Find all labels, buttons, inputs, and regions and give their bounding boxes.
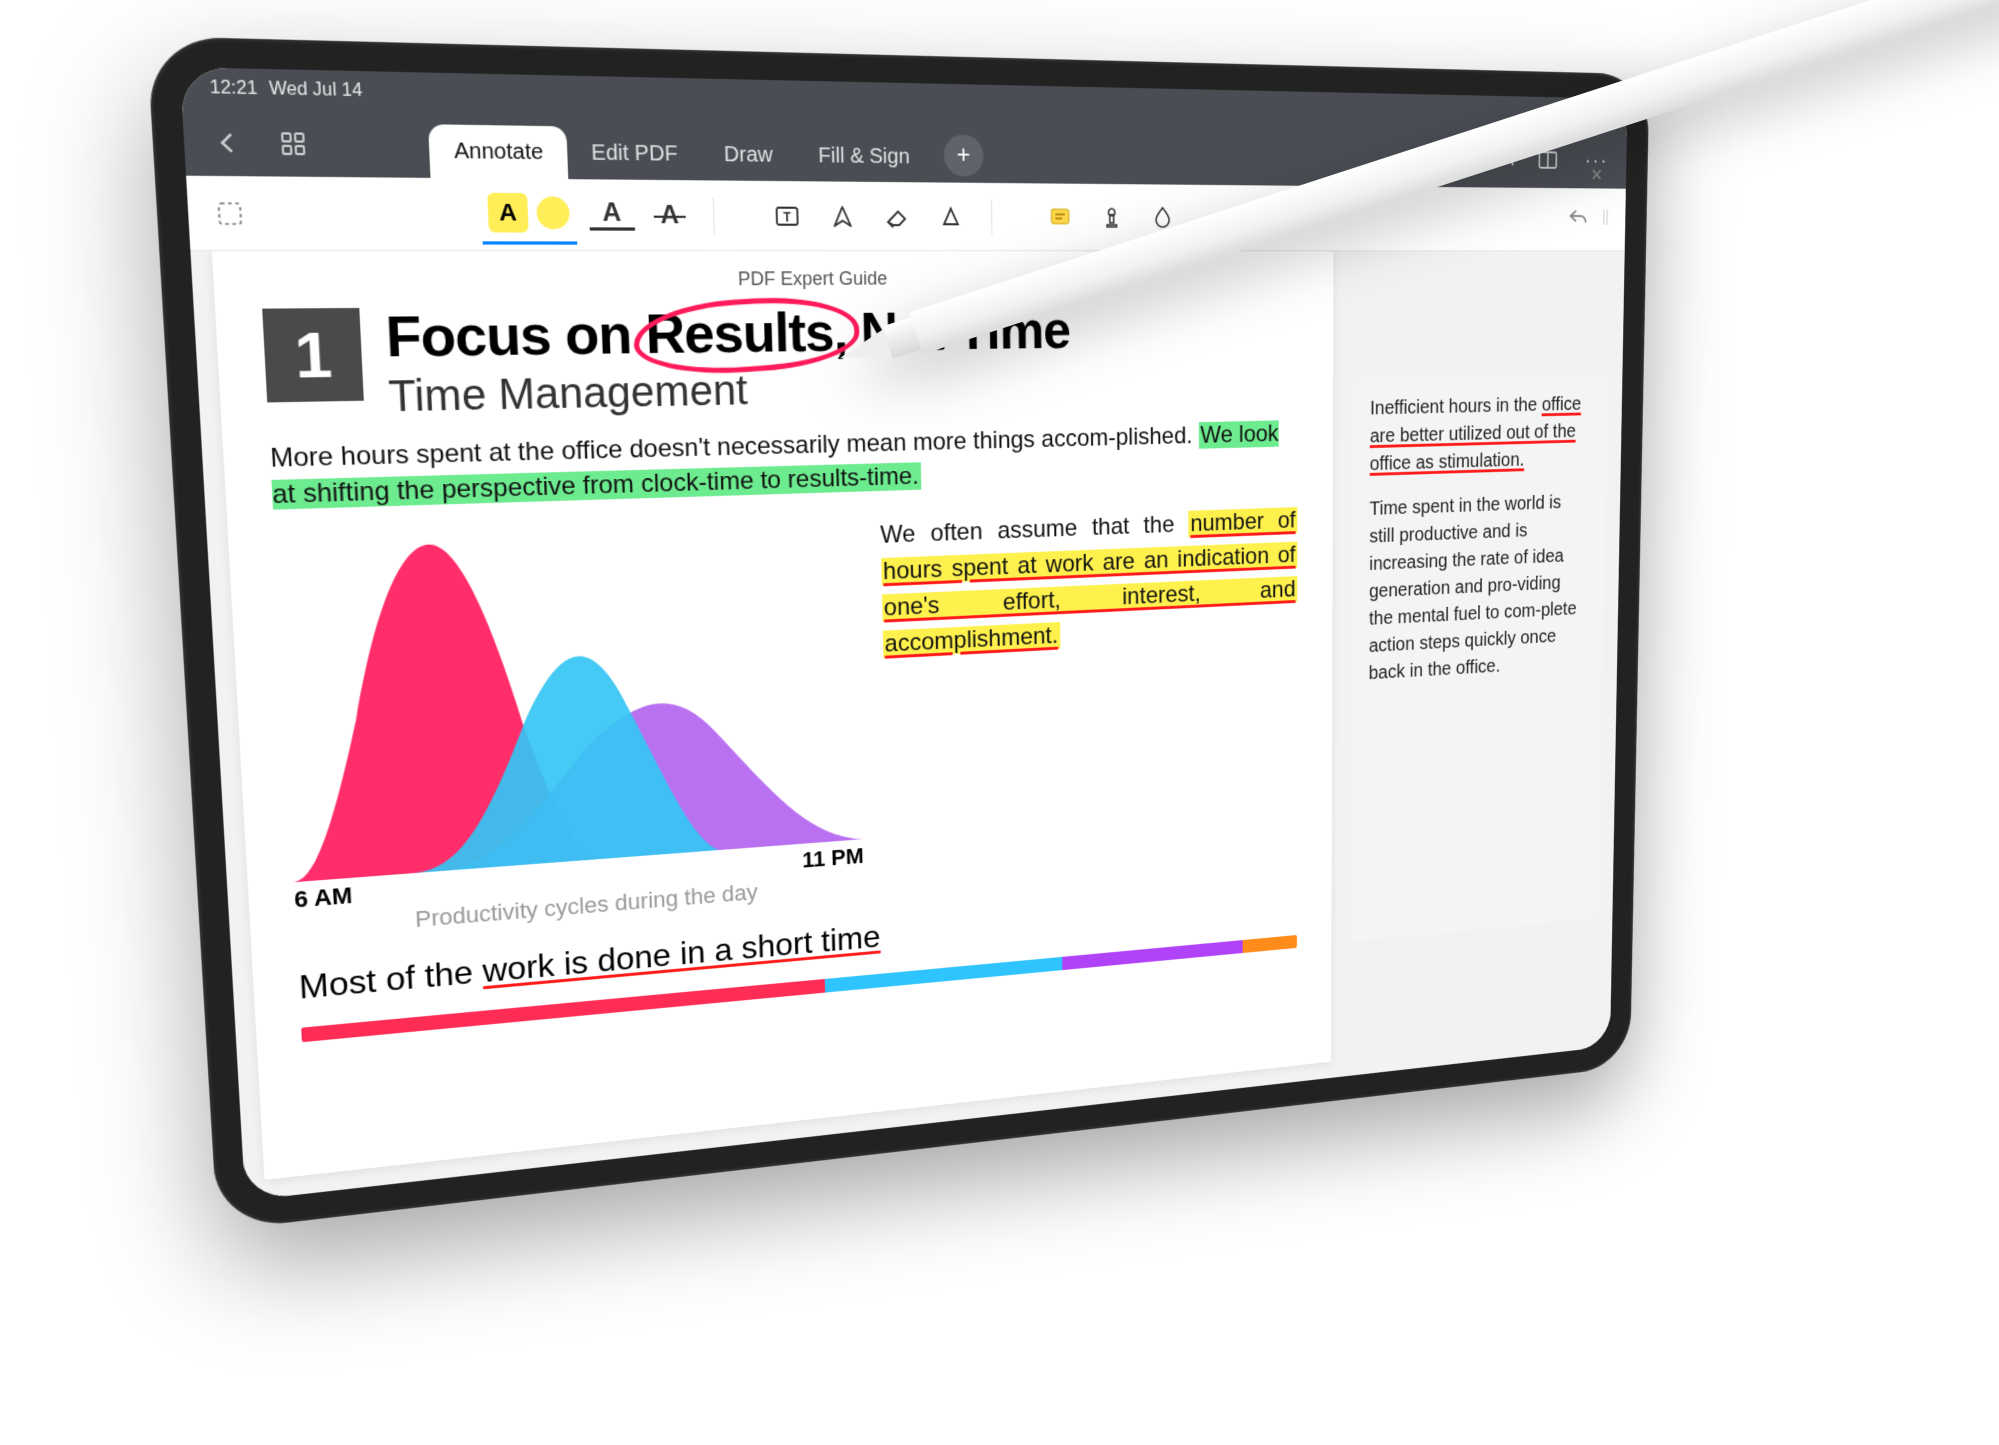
- chart-x-end: 11 PM: [801, 843, 863, 873]
- text-box-tool[interactable]: T: [764, 193, 809, 238]
- undo-button[interactable]: [1567, 207, 1589, 232]
- svg-text:T: T: [783, 210, 792, 224]
- heading-post: Not Time: [846, 301, 1070, 363]
- side-note: Inefficient hours in the office are bett…: [1350, 374, 1607, 942]
- chart-x-start: 6 AM: [293, 882, 352, 914]
- highlight-sample: A: [487, 193, 528, 233]
- grid-view-button[interactable]: [270, 123, 314, 164]
- eraser-tool[interactable]: [875, 194, 918, 238]
- heading-circled: Results,: [644, 305, 847, 365]
- tab-edit-pdf-label: Edit PDF: [590, 140, 677, 166]
- mid-text-plain: We often assume that the: [880, 511, 1189, 549]
- ipad-frame: 12:21 Wed Jul 14: [146, 36, 1649, 1231]
- section-number: 1: [262, 308, 364, 403]
- plus-icon: +: [956, 141, 970, 170]
- mode-tabs: Annotate Edit PDF Draw Fill & Sign +: [427, 113, 983, 183]
- battery-icon: [1582, 108, 1607, 122]
- annotate-toolbar: A A A T: [185, 176, 1625, 252]
- status-time: 12:21: [209, 78, 258, 100]
- chart: 6 AM 11 PM Productivity cycles during th…: [274, 518, 864, 943]
- back-button[interactable]: [204, 122, 249, 164]
- note-tool[interactable]: [1039, 195, 1080, 238]
- highlight-tool-group[interactable]: A: [480, 184, 577, 245]
- bookmarks-button[interactable]: [1532, 142, 1563, 177]
- text-settings-button[interactable]: AA: [1494, 142, 1513, 177]
- text-underline-tool[interactable]: A: [588, 200, 634, 231]
- search-button[interactable]: [1444, 141, 1476, 177]
- document-area: PDF Expert Guide 1 Focus on Results, Not…: [190, 251, 1624, 1201]
- intro-text: More hours spent at the office doesn't n…: [269, 422, 1198, 473]
- page-subheading: Time Management: [387, 359, 1297, 422]
- tab-draw[interactable]: Draw: [700, 128, 796, 181]
- tab-fill-sign-label: Fill & Sign: [818, 144, 910, 169]
- highlight-color-swatch[interactable]: [536, 196, 570, 229]
- productivity-chart: [274, 518, 863, 882]
- page-heading: Focus on Results, Not Time: [384, 302, 1297, 368]
- tab-annotate-label: Annotate: [453, 139, 543, 166]
- redo-button[interactable]: [1601, 207, 1608, 232]
- close-toolbar-button[interactable]: ✕: [1590, 165, 1603, 185]
- screen: 12:21 Wed Jul 14: [179, 67, 1627, 1201]
- side-note-p2: Time spent in the world is still product…: [1368, 489, 1589, 688]
- side-note-p1-plain: Inefficient hours in the: [1369, 395, 1541, 420]
- stamp-tool[interactable]: [1091, 196, 1131, 239]
- heading-pre: Focus on: [384, 304, 646, 370]
- tab-annotate[interactable]: Annotate: [428, 124, 568, 179]
- side-note-p1: Inefficient hours in the office are bett…: [1369, 391, 1590, 479]
- document-title: PDF Expert Guide: [259, 267, 1297, 293]
- select-tool[interactable]: [211, 196, 248, 230]
- mid-paragraph: We often assume that the number of hours…: [879, 503, 1296, 894]
- add-tab-button[interactable]: +: [943, 134, 983, 176]
- tab-edit-pdf[interactable]: Edit PDF: [566, 126, 701, 180]
- pen-tool[interactable]: [820, 194, 864, 239]
- status-date: Wed Jul 14: [268, 79, 362, 101]
- shape-tool[interactable]: [929, 194, 971, 238]
- intro-paragraph: More hours spent at the office doesn't n…: [269, 417, 1297, 514]
- sub2-plain: Most of the: [297, 952, 482, 1005]
- text-strike-tool[interactable]: A: [646, 192, 692, 237]
- pencil-label: ✎ Pencil: [1957, 0, 1999, 3]
- wifi-icon: [1555, 107, 1574, 123]
- pdf-page[interactable]: PDF Expert Guide 1 Focus on Results, Not…: [211, 251, 1333, 1180]
- tab-draw-label: Draw: [723, 142, 772, 167]
- tab-fill-sign[interactable]: Fill & Sign: [794, 130, 931, 182]
- opacity-tool[interactable]: [1142, 196, 1182, 239]
